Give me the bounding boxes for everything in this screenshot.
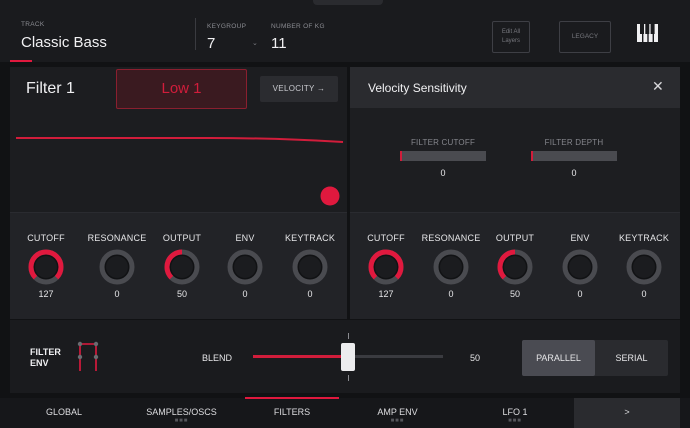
tab-next-page[interactable]: > (574, 398, 680, 428)
serial-button[interactable]: SERIAL (595, 340, 668, 376)
filter-depth-label: FILTER DEPTH (544, 138, 604, 147)
tab-label: FILTERS (273, 407, 311, 417)
cutoff-knob-value: 127 (38, 289, 54, 299)
keytrack-knob[interactable]: KEYTRACK 0 (612, 213, 676, 320)
tab-page-dots: ■■■ (390, 418, 405, 424)
output-knob[interactable]: OUTPUT 50 (483, 213, 547, 320)
filter-env-shape-icon[interactable] (76, 338, 102, 372)
keytrack-knob-value: 0 (307, 289, 313, 299)
keygroup-caption: KEYGROUP (207, 23, 247, 30)
filter-type-selector[interactable]: Low 1 (116, 69, 247, 109)
blend-center-tick-top (348, 333, 349, 339)
filter-cutoff-value: 0 (440, 168, 446, 178)
parallel-button[interactable]: PARALLEL (522, 340, 595, 376)
cutoff-handle (320, 186, 340, 206)
blend-value: 50 (470, 353, 481, 363)
chevron-down-icon[interactable]: ⌄ (252, 39, 258, 47)
legacy-button[interactable]: LEGACY (559, 21, 611, 53)
filter-cutoff-slider[interactable] (400, 151, 486, 161)
tab-label: AMP ENV (377, 407, 418, 417)
keytrack-knob-label: KEYTRACK (618, 233, 670, 243)
cutoff-knob[interactable]: CUTOFF 127 (14, 213, 78, 320)
header-divider (195, 18, 196, 50)
blend-slider-thumb[interactable] (341, 343, 355, 371)
keygroup-value[interactable]: 7 (207, 35, 215, 52)
filter-depth-fill (531, 151, 533, 161)
filter-depth-slider[interactable] (531, 151, 617, 161)
blend-center-tick-bottom (348, 375, 349, 381)
filter-env-label-line2: ENV (30, 358, 49, 368)
tab-global[interactable]: GLOBAL (10, 398, 118, 428)
tab-amp-env[interactable]: AMP ENV ■■■ (339, 398, 456, 428)
tab-label: GLOBAL (45, 407, 83, 417)
filter-env-label: FILTER ENV (30, 347, 61, 369)
resonance-knob-label: RESONANCE (87, 233, 147, 243)
resonance-knob-value: 0 (448, 289, 454, 299)
resonance-knob-value: 0 (114, 289, 120, 299)
number-of-kg-caption: NUMBER OF KG (271, 23, 325, 30)
filter-knob-row: CUTOFF 127 RESONANCE 0 OUTPUT 50 ENV 0 KEYTR… (10, 212, 347, 319)
resonance-knob[interactable]: RESONANCE 0 (85, 213, 149, 320)
filter-title: Filter 1 (26, 80, 75, 97)
keytrack-knob[interactable]: KEYTRACK 0 (278, 213, 342, 320)
env-knob-label: ENV (235, 233, 255, 243)
filter-cutoff-fill (400, 151, 402, 161)
cutoff-knob-label: CUTOFF (367, 233, 405, 243)
track-name[interactable]: Classic Bass (21, 34, 107, 51)
edit-all-layers-button[interactable]: Edit All Layers (492, 21, 530, 53)
blend-slider-fill (253, 355, 348, 358)
cutoff-knob-label: CUTOFF (27, 233, 65, 243)
tab-page-dots: ■■■ (508, 418, 522, 424)
output-knob-label: OUTPUT (162, 233, 202, 243)
filter-env-label-line1: FILTER (30, 347, 61, 357)
keytrack-knob-value: 0 (641, 289, 647, 299)
close-icon[interactable]: ✕ (652, 78, 664, 95)
tab-label: > (624, 407, 630, 417)
top-handle[interactable] (313, 0, 383, 5)
tab-page-dots: ■■■ (174, 418, 189, 424)
tab-filters[interactable]: FILTERS (245, 398, 339, 428)
output-knob-value: 50 (176, 289, 187, 299)
resonance-knob[interactable]: RESONANCE 0 (419, 213, 483, 320)
tab-lfo-1[interactable]: LFO 1 ■■■ (456, 398, 574, 428)
env-knob[interactable]: ENV 0 (213, 213, 277, 320)
cutoff-knob[interactable]: CUTOFF 127 (354, 213, 418, 320)
env-knob[interactable]: ENV 0 (548, 213, 612, 320)
env-knob-label: ENV (570, 233, 590, 243)
output-knob[interactable]: OUTPUT 50 (150, 213, 214, 320)
velocity-sensitivity-title: Velocity Sensitivity (368, 81, 467, 95)
cutoff-knob-value: 127 (378, 289, 394, 299)
track-caption: TRACK (21, 21, 45, 28)
keytrack-knob-label: KEYTRACK (284, 233, 336, 243)
velocity-button[interactable]: VELOCITY → (260, 76, 338, 102)
track-underline (10, 60, 32, 62)
env-mode-group: PARALLEL SERIAL (522, 340, 668, 376)
velocity-knob-row: CUTOFF 127 RESONANCE 0 OUTPUT 50 ENV 0 KEYTR… (350, 212, 680, 319)
env-knob-value: 0 (242, 289, 248, 299)
number-of-kg-value[interactable]: 11 (271, 35, 287, 52)
tab-label: LFO 1 (502, 407, 528, 417)
env-knob-value: 0 (577, 289, 583, 299)
blend-label: BLEND (202, 353, 233, 363)
piano-keys-icon[interactable] (637, 24, 658, 42)
filter-response-graph[interactable] (10, 112, 347, 212)
filter-cutoff-label: FILTER CUTOFF (410, 138, 476, 147)
resonance-knob-label: RESONANCE (421, 233, 481, 243)
tab-label: SAMPLES/OSCS (146, 407, 217, 417)
tab-samples-oscs[interactable]: SAMPLES/OSCS ■■■ (118, 398, 245, 428)
output-knob-value: 50 (509, 289, 520, 299)
output-knob-label: OUTPUT (495, 233, 535, 243)
filter-depth-value: 0 (571, 168, 577, 178)
